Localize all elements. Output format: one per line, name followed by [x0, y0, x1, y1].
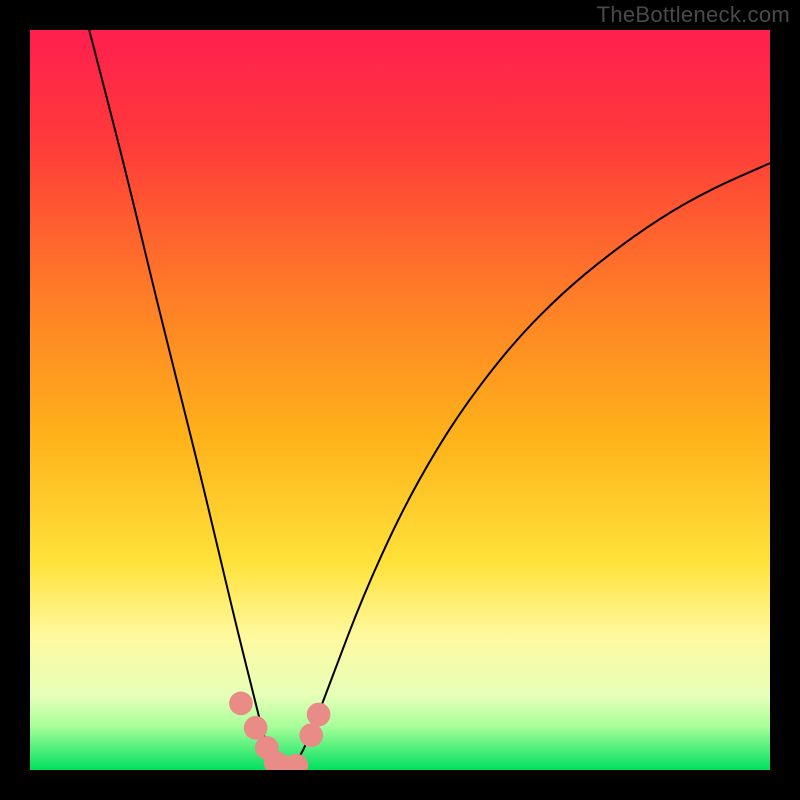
data-marker — [307, 703, 331, 727]
chart-svg — [30, 30, 770, 770]
chart-frame: TheBottleneck.com — [0, 0, 800, 800]
chart-plot-area — [30, 30, 770, 770]
data-marker — [299, 723, 323, 747]
watermark-label: TheBottleneck.com — [597, 2, 790, 28]
gradient-background — [30, 30, 770, 770]
data-marker — [244, 716, 268, 740]
data-marker — [229, 692, 253, 716]
